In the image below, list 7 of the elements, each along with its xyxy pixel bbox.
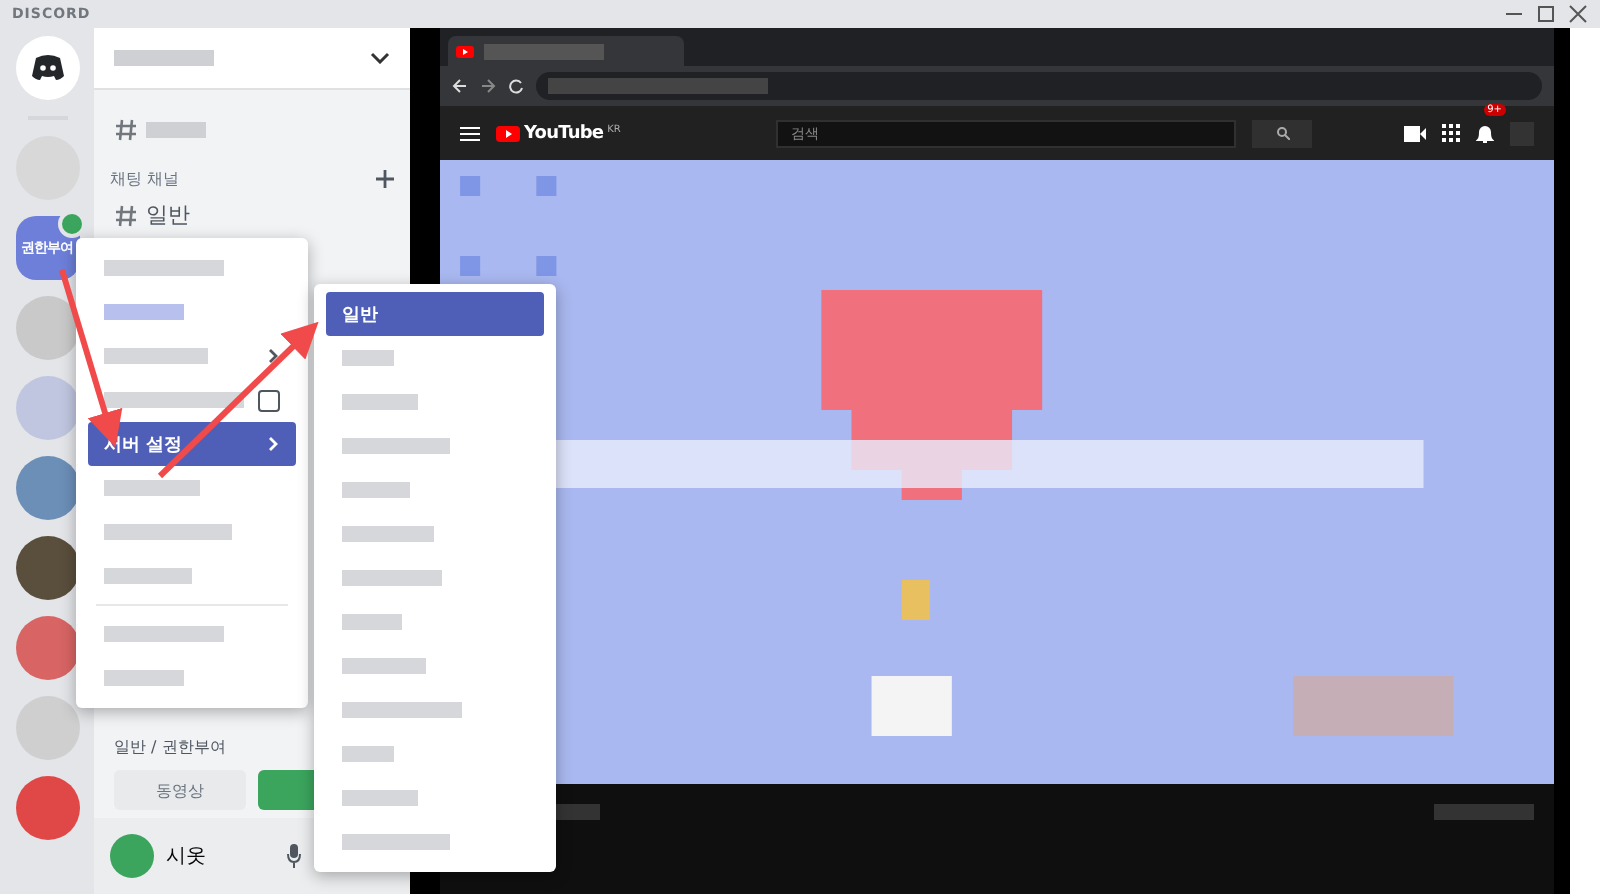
menu-item[interactable]: 서버 설정 — [88, 422, 296, 466]
channel-name[interactable]: 일반 — [146, 200, 190, 230]
voice-location: 일반 / 권한부여 — [114, 736, 228, 758]
user-name: 시옷 — [166, 844, 208, 870]
menu-item[interactable]: 일반 — [326, 292, 544, 336]
category-label[interactable]: 채팅 채널 — [110, 168, 180, 190]
video-button[interactable]: 동영상 — [114, 770, 246, 810]
